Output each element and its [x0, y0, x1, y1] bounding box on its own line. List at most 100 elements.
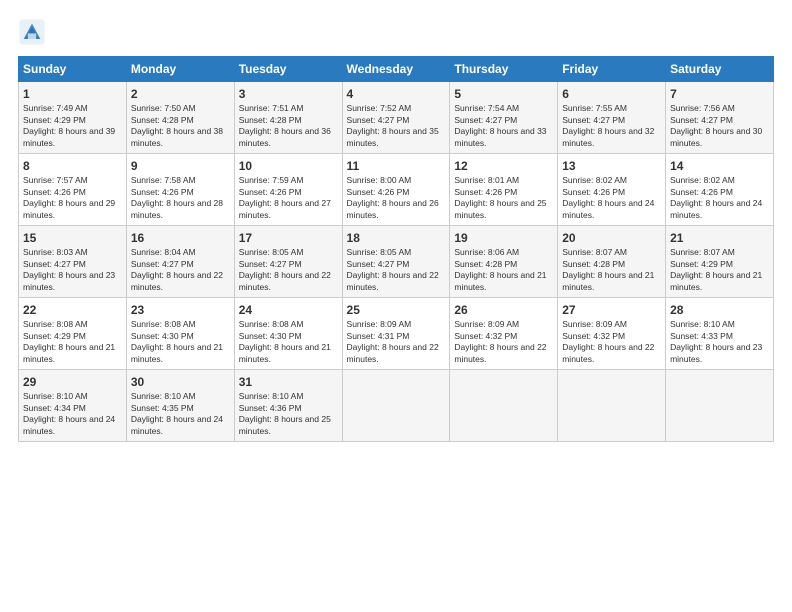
day-cell-empty: [558, 370, 666, 442]
day-info: Sunrise: 8:07 AM Sunset: 4:29 PM Dayligh…: [670, 247, 769, 293]
day-number: 10: [239, 158, 338, 174]
day-number: 5: [454, 86, 553, 102]
day-info: Sunrise: 8:10 AM Sunset: 4:35 PM Dayligh…: [131, 391, 230, 437]
day-number: 19: [454, 230, 553, 246]
day-info: Sunrise: 8:08 AM Sunset: 4:30 PM Dayligh…: [239, 319, 338, 365]
day-info: Sunrise: 8:07 AM Sunset: 4:28 PM Dayligh…: [562, 247, 661, 293]
day-number: 21: [670, 230, 769, 246]
day-cell-16: 16Sunrise: 8:04 AM Sunset: 4:27 PM Dayli…: [126, 226, 234, 298]
day-info: Sunrise: 8:09 AM Sunset: 4:31 PM Dayligh…: [347, 319, 446, 365]
day-info: Sunrise: 7:50 AM Sunset: 4:28 PM Dayligh…: [131, 103, 230, 149]
logo-icon: [18, 18, 46, 46]
day-info: Sunrise: 7:49 AM Sunset: 4:29 PM Dayligh…: [23, 103, 122, 149]
day-cell-19: 19Sunrise: 8:06 AM Sunset: 4:28 PM Dayli…: [450, 226, 558, 298]
day-number: 8: [23, 158, 122, 174]
weekday-header-sunday: Sunday: [19, 57, 127, 82]
day-info: Sunrise: 7:51 AM Sunset: 4:28 PM Dayligh…: [239, 103, 338, 149]
day-number: 6: [562, 86, 661, 102]
day-cell-9: 9Sunrise: 7:58 AM Sunset: 4:26 PM Daylig…: [126, 154, 234, 226]
weekday-header-friday: Friday: [558, 57, 666, 82]
day-info: Sunrise: 7:52 AM Sunset: 4:27 PM Dayligh…: [347, 103, 446, 149]
weekday-header-saturday: Saturday: [666, 57, 774, 82]
day-info: Sunrise: 8:04 AM Sunset: 4:27 PM Dayligh…: [131, 247, 230, 293]
calendar-table: SundayMondayTuesdayWednesdayThursdayFrid…: [18, 56, 774, 442]
day-number: 30: [131, 374, 230, 390]
weekday-header-wednesday: Wednesday: [342, 57, 450, 82]
day-cell-6: 6Sunrise: 7:55 AM Sunset: 4:27 PM Daylig…: [558, 82, 666, 154]
day-cell-22: 22Sunrise: 8:08 AM Sunset: 4:29 PM Dayli…: [19, 298, 127, 370]
day-cell-18: 18Sunrise: 8:05 AM Sunset: 4:27 PM Dayli…: [342, 226, 450, 298]
day-cell-13: 13Sunrise: 8:02 AM Sunset: 4:26 PM Dayli…: [558, 154, 666, 226]
day-cell-1: 1Sunrise: 7:49 AM Sunset: 4:29 PM Daylig…: [19, 82, 127, 154]
day-info: Sunrise: 7:55 AM Sunset: 4:27 PM Dayligh…: [562, 103, 661, 149]
day-cell-30: 30Sunrise: 8:10 AM Sunset: 4:35 PM Dayli…: [126, 370, 234, 442]
day-cell-empty: [450, 370, 558, 442]
day-cell-28: 28Sunrise: 8:10 AM Sunset: 4:33 PM Dayli…: [666, 298, 774, 370]
weekday-header-monday: Monday: [126, 57, 234, 82]
day-cell-27: 27Sunrise: 8:09 AM Sunset: 4:32 PM Dayli…: [558, 298, 666, 370]
day-info: Sunrise: 8:10 AM Sunset: 4:33 PM Dayligh…: [670, 319, 769, 365]
day-info: Sunrise: 8:10 AM Sunset: 4:36 PM Dayligh…: [239, 391, 338, 437]
week-row-2: 8Sunrise: 7:57 AM Sunset: 4:26 PM Daylig…: [19, 154, 774, 226]
day-cell-25: 25Sunrise: 8:09 AM Sunset: 4:31 PM Dayli…: [342, 298, 450, 370]
day-info: Sunrise: 8:09 AM Sunset: 4:32 PM Dayligh…: [454, 319, 553, 365]
day-info: Sunrise: 8:02 AM Sunset: 4:26 PM Dayligh…: [670, 175, 769, 221]
weekday-header-row: SundayMondayTuesdayWednesdayThursdayFrid…: [19, 57, 774, 82]
header: [18, 18, 774, 46]
day-info: Sunrise: 7:57 AM Sunset: 4:26 PM Dayligh…: [23, 175, 122, 221]
day-number: 20: [562, 230, 661, 246]
day-number: 11: [347, 158, 446, 174]
day-info: Sunrise: 8:00 AM Sunset: 4:26 PM Dayligh…: [347, 175, 446, 221]
day-number: 25: [347, 302, 446, 318]
day-cell-4: 4Sunrise: 7:52 AM Sunset: 4:27 PM Daylig…: [342, 82, 450, 154]
day-number: 18: [347, 230, 446, 246]
week-row-5: 29Sunrise: 8:10 AM Sunset: 4:34 PM Dayli…: [19, 370, 774, 442]
weekday-header-tuesday: Tuesday: [234, 57, 342, 82]
day-cell-17: 17Sunrise: 8:05 AM Sunset: 4:27 PM Dayli…: [234, 226, 342, 298]
day-info: Sunrise: 8:06 AM Sunset: 4:28 PM Dayligh…: [454, 247, 553, 293]
day-number: 17: [239, 230, 338, 246]
day-number: 2: [131, 86, 230, 102]
page: SundayMondayTuesdayWednesdayThursdayFrid…: [0, 0, 792, 452]
day-cell-14: 14Sunrise: 8:02 AM Sunset: 4:26 PM Dayli…: [666, 154, 774, 226]
day-number: 12: [454, 158, 553, 174]
day-info: Sunrise: 8:08 AM Sunset: 4:30 PM Dayligh…: [131, 319, 230, 365]
day-number: 3: [239, 86, 338, 102]
day-number: 28: [670, 302, 769, 318]
day-cell-26: 26Sunrise: 8:09 AM Sunset: 4:32 PM Dayli…: [450, 298, 558, 370]
week-row-4: 22Sunrise: 8:08 AM Sunset: 4:29 PM Dayli…: [19, 298, 774, 370]
week-row-1: 1Sunrise: 7:49 AM Sunset: 4:29 PM Daylig…: [19, 82, 774, 154]
day-number: 4: [347, 86, 446, 102]
day-cell-8: 8Sunrise: 7:57 AM Sunset: 4:26 PM Daylig…: [19, 154, 127, 226]
day-number: 27: [562, 302, 661, 318]
day-info: Sunrise: 8:08 AM Sunset: 4:29 PM Dayligh…: [23, 319, 122, 365]
day-cell-21: 21Sunrise: 8:07 AM Sunset: 4:29 PM Dayli…: [666, 226, 774, 298]
day-cell-3: 3Sunrise: 7:51 AM Sunset: 4:28 PM Daylig…: [234, 82, 342, 154]
day-number: 9: [131, 158, 230, 174]
day-number: 7: [670, 86, 769, 102]
day-info: Sunrise: 8:01 AM Sunset: 4:26 PM Dayligh…: [454, 175, 553, 221]
day-cell-empty: [666, 370, 774, 442]
day-cell-20: 20Sunrise: 8:07 AM Sunset: 4:28 PM Dayli…: [558, 226, 666, 298]
day-cell-empty: [342, 370, 450, 442]
day-number: 23: [131, 302, 230, 318]
day-number: 1: [23, 86, 122, 102]
day-number: 26: [454, 302, 553, 318]
day-info: Sunrise: 7:58 AM Sunset: 4:26 PM Dayligh…: [131, 175, 230, 221]
day-info: Sunrise: 7:54 AM Sunset: 4:27 PM Dayligh…: [454, 103, 553, 149]
day-cell-12: 12Sunrise: 8:01 AM Sunset: 4:26 PM Dayli…: [450, 154, 558, 226]
day-cell-5: 5Sunrise: 7:54 AM Sunset: 4:27 PM Daylig…: [450, 82, 558, 154]
day-info: Sunrise: 8:03 AM Sunset: 4:27 PM Dayligh…: [23, 247, 122, 293]
day-cell-7: 7Sunrise: 7:56 AM Sunset: 4:27 PM Daylig…: [666, 82, 774, 154]
day-number: 13: [562, 158, 661, 174]
day-number: 14: [670, 158, 769, 174]
day-info: Sunrise: 7:59 AM Sunset: 4:26 PM Dayligh…: [239, 175, 338, 221]
day-info: Sunrise: 8:05 AM Sunset: 4:27 PM Dayligh…: [347, 247, 446, 293]
day-cell-31: 31Sunrise: 8:10 AM Sunset: 4:36 PM Dayli…: [234, 370, 342, 442]
day-number: 29: [23, 374, 122, 390]
day-info: Sunrise: 8:05 AM Sunset: 4:27 PM Dayligh…: [239, 247, 338, 293]
day-cell-2: 2Sunrise: 7:50 AM Sunset: 4:28 PM Daylig…: [126, 82, 234, 154]
day-cell-29: 29Sunrise: 8:10 AM Sunset: 4:34 PM Dayli…: [19, 370, 127, 442]
weekday-header-thursday: Thursday: [450, 57, 558, 82]
logo: [18, 18, 48, 46]
